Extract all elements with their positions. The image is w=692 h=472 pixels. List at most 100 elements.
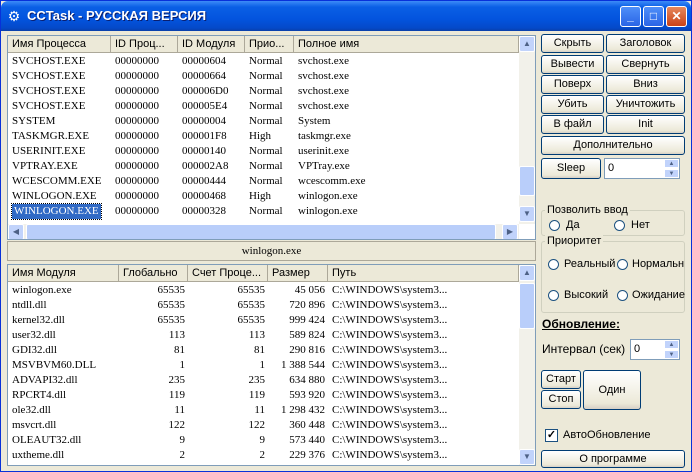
module-row[interactable]: GDI32.dll 81 81 290 816 C:\WINDOWS\system3..… (8, 343, 519, 358)
process-cell: 00000000 (115, 115, 159, 127)
module-cell: msvcrt.dll (12, 419, 57, 431)
priority-realtime-label: Реальный (564, 258, 616, 270)
process-column-header[interactable]: Прио... (245, 36, 294, 53)
module-cell: 1 298 432 (281, 404, 325, 416)
module-row[interactable]: ole32.dll 11 11 1 298 432 C:\WINDOWS\system3… (8, 403, 519, 418)
module-vscroll[interactable]: ▲ ▼ (519, 265, 535, 465)
input-yes-label: Да (566, 219, 580, 231)
stop-button[interactable]: Стоп (541, 390, 581, 409)
module-cell: 573 440 (289, 434, 325, 446)
module-cell: ole32.dll (12, 404, 51, 416)
scroll-thumb[interactable] (519, 283, 535, 329)
module-row[interactable]: ADVAPI32.dll 235 235 634 880 C:\WINDOWS\syst… (8, 373, 519, 388)
module-column-header[interactable]: Счет Проце... (188, 265, 268, 282)
module-column-header[interactable]: Имя Модуля (8, 265, 119, 282)
scroll-up-icon[interactable]: ▲ (519, 36, 535, 52)
module-row[interactable]: user32.dll 113 113 589 824 C:\WINDOWS\system… (8, 328, 519, 343)
priority-high-radio[interactable] (548, 290, 559, 301)
scroll-down-icon[interactable]: ▼ (519, 449, 535, 465)
process-list[interactable]: Имя Процесса ID Проц... ID Модуля Прио... По… (7, 35, 536, 240)
module-list[interactable]: Имя Модуля Глобально Счет Проце... Размер Пу… (7, 264, 536, 466)
process-hscroll[interactable]: ◀ ▶ (8, 224, 519, 239)
init-button[interactable]: Init (606, 115, 685, 134)
scroll-down-icon[interactable]: ▼ (519, 206, 535, 222)
process-column-header[interactable]: Имя Процесса (8, 36, 111, 53)
hide-button[interactable]: Скрыть (541, 34, 604, 53)
window-title: CCTask - РУССКАЯ ВЕРСИЯ (27, 8, 207, 23)
process-cell: SVCHOST.EXE (12, 100, 86, 112)
module-cell: GDI32.dll (12, 344, 57, 356)
module-column-header[interactable]: Размер (268, 265, 328, 282)
start-button[interactable]: Старт (541, 370, 581, 389)
gear-icon[interactable]: ⚙ (6, 8, 22, 24)
more-button[interactable]: Дополнительно (541, 136, 685, 155)
module-row[interactable]: OLEAUT32.dll 9 9 573 440 C:\WINDOWS\system3.… (8, 433, 519, 448)
module-row[interactable]: ntdll.dll 65535 65535 720 896 C:\WINDOWS\sys… (8, 298, 519, 313)
priority-normal-radio[interactable] (617, 259, 628, 270)
on-top-button[interactable]: Поверх (541, 75, 604, 94)
process-row[interactable]: WINLOGON.EXE 00000000 00000468 High winlogon… (8, 189, 519, 204)
process-row[interactable]: TASKMGR.EXE 00000000 000001F8 High taskmgr.e… (8, 129, 519, 144)
spin-down-icon[interactable]: ▼ (664, 350, 679, 359)
sleep-button[interactable]: Sleep (541, 158, 601, 179)
module-cell: 65535 (157, 314, 186, 326)
maximize-button[interactable]: □ (643, 6, 664, 27)
priority-realtime-radio[interactable] (548, 259, 559, 270)
priority-idle-radio[interactable] (617, 290, 628, 301)
scroll-thumb[interactable] (519, 166, 535, 196)
minimize-button[interactable]: _ (620, 6, 641, 27)
process-column-header[interactable]: ID Проц... (111, 36, 178, 53)
title-bar[interactable]: ⚙ CCTask - РУССКАЯ ВЕРСИЯ _ □ ✕ (1, 1, 691, 31)
process-row[interactable]: VPTRAY.EXE 00000000 000002A8 Normal VPTray.e… (8, 159, 519, 174)
hscroll-thumb[interactable] (26, 224, 496, 239)
process-column-header[interactable]: ID Модуля (178, 36, 245, 53)
process-cell: TASKMGR.EXE (12, 130, 90, 142)
spin-up-icon[interactable]: ▲ (664, 340, 679, 349)
scroll-left-icon[interactable]: ◀ (8, 224, 24, 239)
module-row[interactable]: msvcrt.dll 122 122 360 448 C:\WINDOWS\system… (8, 418, 519, 433)
auto-update-checkbox[interactable]: ✓ (545, 429, 558, 442)
to-file-button[interactable]: В файл (541, 115, 604, 134)
module-row[interactable]: kernel32.dll 65535 65535 999 424 C:\WINDOWS\… (8, 313, 519, 328)
spin-down-icon[interactable]: ▼ (664, 169, 679, 178)
module-cell: 229 376 (289, 449, 325, 461)
process-row[interactable]: SYSTEM 00000000 00000004 Normal System (8, 114, 519, 129)
scroll-right-icon[interactable]: ▶ (502, 224, 518, 239)
about-button[interactable]: О программе (541, 450, 685, 468)
process-vscroll[interactable]: ▲ ▼ (519, 36, 535, 224)
title-button[interactable]: Заголовок (606, 34, 685, 53)
process-row[interactable]: SVCHOST.EXE 00000000 000006D0 Normal svchost… (8, 84, 519, 99)
module-column-header[interactable]: Путь (328, 265, 519, 282)
close-button[interactable]: ✕ (666, 6, 687, 27)
module-row[interactable]: MSVBVM60.DLL 1 1 1 388 544 C:\WINDOWS\system… (8, 358, 519, 373)
process-cell: winlogon.exe (298, 190, 358, 202)
module-cell: 81 (174, 344, 185, 356)
once-button[interactable]: Один (583, 370, 641, 410)
input-yes-radio[interactable] (549, 220, 560, 231)
process-cell: 000006D0 (182, 85, 229, 97)
process-row[interactable]: WINLOGON.EXE 00000000 00000328 Normal winlog… (8, 203, 519, 220)
module-cell: 1 (259, 359, 266, 371)
destroy-button[interactable]: Уничтожить (606, 95, 685, 114)
show-button[interactable]: Вывести (541, 55, 604, 74)
kill-button[interactable]: Убить (541, 95, 604, 114)
module-cell: 9 (179, 434, 186, 446)
module-column-header[interactable]: Глобально (119, 265, 188, 282)
process-cell: SYSTEM (12, 115, 56, 127)
input-no-radio[interactable] (614, 220, 625, 231)
module-row[interactable]: uxtheme.dll 2 2 229 376 C:\WINDOWS\system3..… (8, 448, 519, 463)
collapse-button[interactable]: Свернуть (606, 55, 685, 74)
process-cell: svchost.exe (298, 100, 350, 112)
spin-up-icon[interactable]: ▲ (664, 159, 679, 168)
module-row[interactable]: RPCRT4.dll 119 119 593 920 C:\WINDOWS\system… (8, 388, 519, 403)
process-row[interactable]: USERINIT.EXE 00000000 00000140 Normal userin… (8, 144, 519, 159)
process-cell: wcescomm.exe (298, 175, 366, 187)
scroll-up-icon[interactable]: ▲ (519, 265, 535, 281)
down-button[interactable]: Вниз (606, 75, 685, 94)
process-row[interactable]: SVCHOST.EXE 00000000 000005E4 Normal svchost… (8, 99, 519, 114)
process-row[interactable]: WCESCOMM.EXE 00000000 00000444 Normal wcesco… (8, 174, 519, 189)
process-row[interactable]: SVCHOST.EXE 00000000 00000664 Normal svchost… (8, 69, 519, 84)
process-row[interactable]: SVCHOST.EXE 00000000 00000604 Normal svchost… (8, 54, 519, 69)
module-row[interactable]: winlogon.exe 65535 65535 45 056 C:\WINDOWS\s… (8, 283, 519, 298)
process-column-header[interactable]: Полное имя (294, 36, 519, 53)
